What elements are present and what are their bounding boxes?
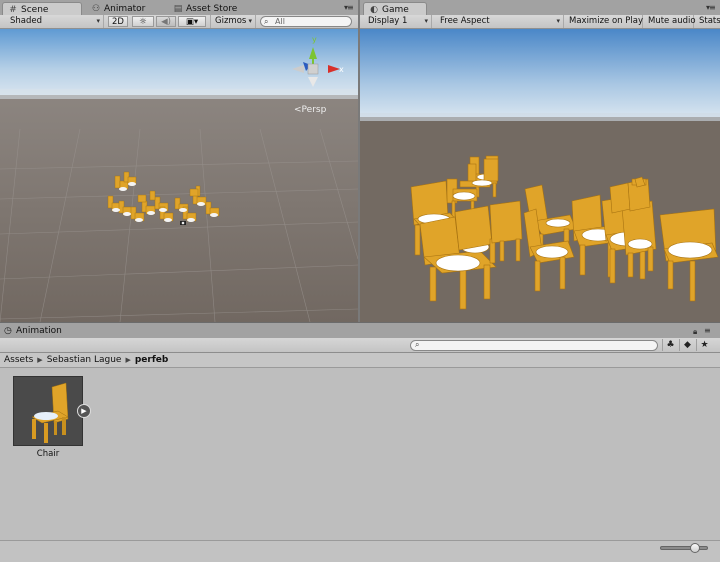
animator-icon: ⚇	[91, 4, 101, 14]
favorites-button[interactable]: ★	[696, 339, 712, 351]
projection-label[interactable]: <Persp	[294, 105, 326, 115]
shading-mode-dropdown[interactable]: Shaded ▾	[0, 15, 104, 28]
game-toolbar: Display 1 ▾ Free Aspect ▾ Maximize on Pl…	[360, 15, 720, 29]
maximize-on-play-toggle[interactable]: Maximize on Play	[565, 15, 643, 28]
clock-icon: ◷	[4, 326, 12, 336]
scene-search-placeholder: All	[275, 17, 285, 26]
game-tabstrip: ◐ Game ▾≡	[360, 0, 720, 16]
breadcrumb-item-assets[interactable]: Assets	[4, 355, 33, 365]
scene-search-input[interactable]: ⌕ All	[260, 16, 352, 27]
gizmos-dropdown[interactable]: Gizmos ▾	[210, 15, 256, 28]
dropdown-arrow-icon: ▾	[424, 17, 428, 25]
2d-toggle-button[interactable]: 2D	[108, 16, 128, 27]
gizmos-label: Gizmos	[215, 16, 247, 26]
project-toolbar: ⌕ ♣ ◆ ★	[0, 338, 720, 353]
tab-game-label: Game	[382, 5, 409, 15]
sun-icon: ☼	[139, 17, 147, 27]
bottom-panel-menu-icon[interactable]: ≡	[704, 326, 711, 335]
asset-item-chair[interactable]: ▶ Chair	[13, 376, 91, 459]
aspect-value: Free Aspect	[440, 16, 490, 26]
scene-panel-menu-icon[interactable]: ▾≡	[344, 3, 354, 12]
tab-asset-store[interactable]: ▤ Asset Store	[168, 2, 256, 16]
project-search-input[interactable]: ⌕	[410, 340, 658, 351]
game-icon: ◐	[370, 5, 378, 15]
tab-game[interactable]: ◐ Game	[363, 2, 427, 16]
breadcrumb-item-sebastian-lague[interactable]: Sebastian Lague	[47, 355, 122, 365]
camera-gizmo-icon	[180, 221, 186, 225]
expand-prefab-play-icon[interactable]: ▶	[77, 404, 91, 418]
unity-editor: # Scene ⚇ Animator ▤ Asset Store ▾≡ Shad…	[0, 0, 720, 562]
stats-toggle[interactable]: Stats	[695, 15, 720, 28]
persp-arrow-icon: <	[294, 105, 302, 115]
speaker-icon: ◀)	[161, 17, 171, 27]
display-dropdown[interactable]: Display 1 ▾	[360, 15, 432, 28]
star-icon: ★	[700, 340, 709, 350]
gizmo-x-label: x	[339, 65, 344, 74]
image-icon: ▣▾	[185, 17, 199, 27]
breadcrumb-separator-icon: ▶	[37, 356, 43, 364]
tab-animation-label: Animation	[16, 326, 62, 336]
bottom-panel-tabstrip: ◷ Animation 🔒︎ ≡	[0, 322, 720, 338]
project-status-bar	[0, 540, 720, 562]
scene-tabstrip: # Scene ⚇ Animator ▤ Asset Store ▾≡	[0, 0, 358, 16]
chair-thumbnail-icon	[14, 377, 82, 445]
game-viewport[interactable]	[360, 29, 720, 322]
filter-by-type-button[interactable]: ♣	[662, 339, 678, 351]
projection-label-text: Persp	[301, 105, 327, 115]
scene-render: y x	[0, 29, 358, 322]
aspect-dropdown[interactable]: Free Aspect ▾	[434, 15, 564, 28]
search-icon: ⌕	[264, 17, 269, 26]
effects-dropdown[interactable]: ▣▾	[178, 16, 206, 27]
game-panel-menu-icon[interactable]: ▾≡	[706, 3, 716, 12]
shapes-icon: ♣	[666, 340, 675, 350]
thumbnail-size-slider[interactable]	[660, 543, 708, 553]
dropdown-arrow-icon: ▾	[556, 17, 560, 25]
dropdown-arrow-icon: ▾	[96, 17, 100, 25]
tab-asset-store-label: Asset Store	[186, 4, 238, 14]
asset-label: Chair	[36, 449, 60, 459]
tab-scene[interactable]: # Scene	[2, 2, 82, 16]
breadcrumb-separator-icon: ▶	[125, 356, 131, 364]
mute-audio-toggle[interactable]: Mute audio	[644, 15, 696, 28]
store-icon: ▤	[173, 4, 183, 14]
lock-icon[interactable]: 🔒︎	[693, 327, 697, 337]
lighting-toggle-button[interactable]: ☼	[132, 16, 154, 27]
chair-prefab-thumbnail	[13, 376, 83, 446]
slider-handle[interactable]	[690, 543, 701, 553]
breadcrumb-item-perfeb[interactable]: perfeb	[135, 355, 168, 365]
tab-animator-label: Animator	[104, 4, 146, 14]
tab-scene-label: Scene	[21, 5, 49, 15]
scene-viewport[interactable]: y x <Persp	[0, 29, 358, 322]
scene-toolbar: Shaded ▾ 2D ☼ ◀) ▣▾ Gizmos ▾ ⌕ All	[0, 15, 358, 29]
dropdown-arrow-icon: ▾	[248, 17, 252, 25]
audio-toggle-button[interactable]: ◀)	[156, 16, 176, 27]
game-render	[360, 29, 720, 322]
tab-animator[interactable]: ⚇ Animator	[86, 2, 166, 16]
grid-icon: #	[9, 5, 17, 15]
tag-icon: ◆	[684, 340, 691, 350]
filter-by-label-button[interactable]: ◆	[679, 339, 695, 351]
gizmo-y-label: y	[312, 35, 317, 44]
tab-animation[interactable]: ◷ Animation	[2, 326, 62, 336]
asset-grid[interactable]: ▶ Chair	[0, 368, 720, 540]
breadcrumb: Assets ▶ Sebastian Lague ▶ perfeb	[0, 353, 720, 368]
search-icon: ⌕	[415, 340, 420, 349]
shading-mode-value: Shaded	[10, 16, 43, 26]
display-value: Display 1	[368, 16, 408, 26]
